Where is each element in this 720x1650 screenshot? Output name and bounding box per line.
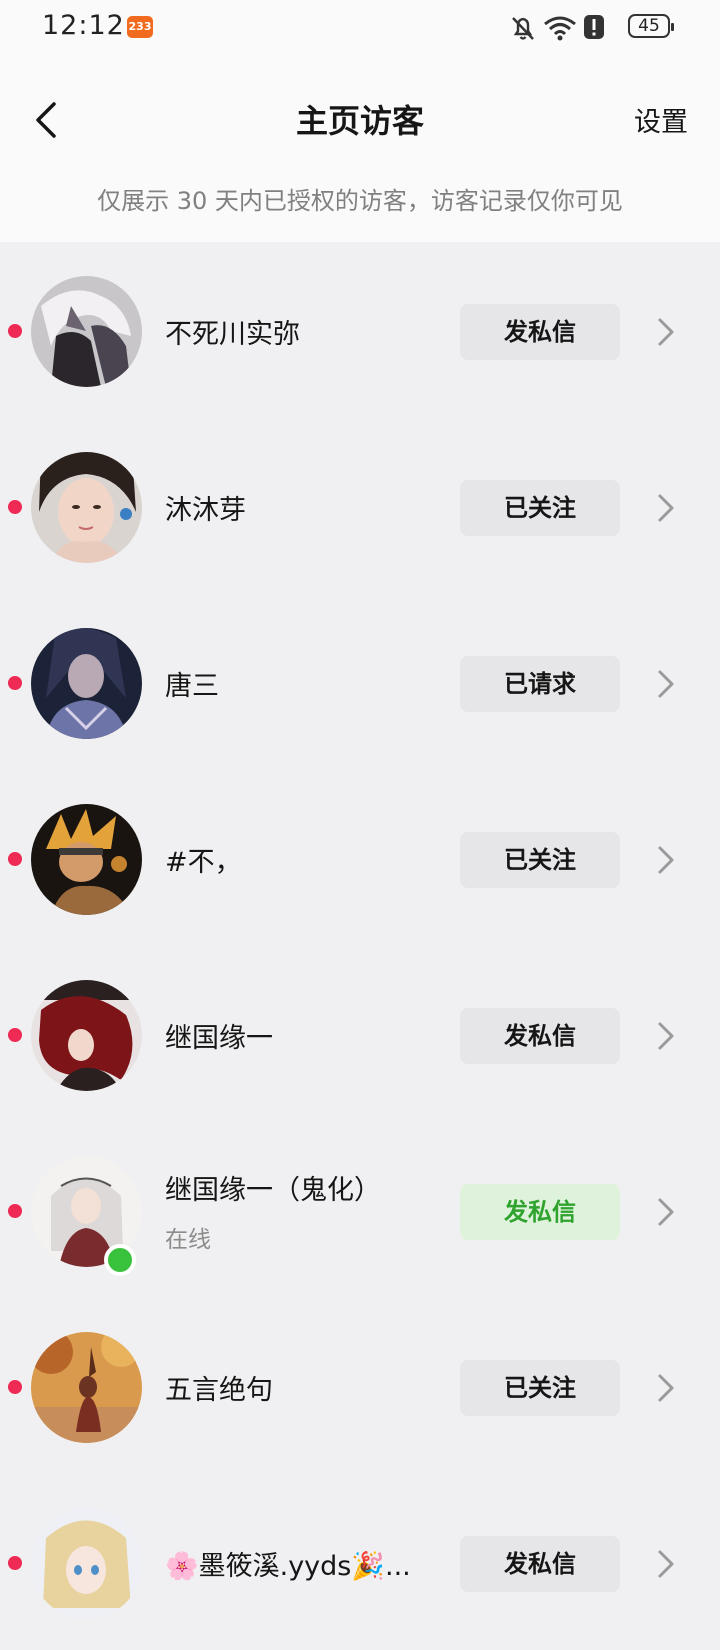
visitor-name: 五言绝句 [165, 1375, 273, 1406]
chevron-right-icon[interactable] [654, 316, 678, 348]
visitor-row[interactable]: 五言绝句 已关注 [0, 1298, 720, 1474]
following-button[interactable]: 已关注 [460, 480, 620, 536]
bell-slash-icon [512, 17, 534, 40]
chevron-right-icon[interactable] [654, 668, 678, 700]
unread-dot [8, 1028, 22, 1042]
send-message-button[interactable]: 发私信 [460, 1536, 620, 1592]
online-status: 在线 [165, 1227, 211, 1253]
visitor-row[interactable]: 不死川实弥 发私信 [0, 242, 720, 418]
alert-icon [584, 15, 604, 39]
unread-dot [8, 852, 22, 866]
send-message-button[interactable]: 发私信 [460, 304, 620, 360]
chevron-right-icon[interactable] [654, 1548, 678, 1580]
chevron-right-icon[interactable] [654, 1020, 678, 1052]
requested-button[interactable]: 已请求 [460, 656, 620, 712]
visitor-row[interactable]: 继国缘一（鬼化） 在线 发私信 [0, 1122, 720, 1298]
visitor-name: 🌸墨筱溪.yyds🎉... [165, 1551, 411, 1582]
unread-dot [8, 324, 22, 338]
avatar[interactable] [31, 980, 142, 1091]
unread-dot [8, 1380, 22, 1394]
visitor-name: 不死川实弥 [165, 319, 300, 350]
avatar[interactable] [31, 1508, 142, 1619]
avatar[interactable] [31, 804, 142, 915]
visitor-name: 继国缘一（鬼化） [165, 1175, 381, 1206]
visitor-name: #不， [165, 847, 242, 878]
visitor-row[interactable]: 继国缘一 发私信 [0, 946, 720, 1122]
online-indicator [104, 1244, 136, 1276]
visitor-list: 不死川实弥 发私信 沐沐芽 已关注 唐三 已请求 #不， 已关注 继国缘一 发私… [0, 242, 720, 1650]
page-title: 主页访客 [295, 102, 424, 140]
wifi-icon [544, 16, 576, 41]
avatar[interactable] [31, 628, 142, 739]
chevron-right-icon[interactable] [654, 1196, 678, 1228]
visitor-name: 唐三 [165, 671, 219, 702]
visitor-row[interactable]: 沐沐芽 已关注 [0, 418, 720, 594]
following-button[interactable]: 已关注 [460, 1360, 620, 1416]
header: 主页访客 设置 仅展示 30 天内已授权的访客，访客记录仅你可见 [0, 54, 720, 242]
unread-dot [8, 500, 22, 514]
unread-dot [8, 676, 22, 690]
visitor-row[interactable]: #不， 已关注 [0, 770, 720, 946]
avatar[interactable] [31, 276, 142, 387]
chevron-right-icon[interactable] [654, 1372, 678, 1404]
chevron-right-icon[interactable] [654, 492, 678, 524]
settings-button[interactable]: 设置 [634, 100, 688, 139]
battery-icon: 45 [628, 14, 674, 38]
chevron-right-icon[interactable] [654, 844, 678, 876]
app-notification-badge: 233 [127, 16, 153, 38]
status-time: 12:12 [42, 10, 125, 41]
visitor-row[interactable]: 唐三 已请求 [0, 594, 720, 770]
status-bar: 12:12 233 45 [0, 0, 720, 54]
unread-dot [8, 1204, 22, 1218]
send-message-button[interactable]: 发私信 [460, 1184, 620, 1240]
visitor-notice: 仅展示 30 天内已授权的访客，访客记录仅你可见 [97, 187, 623, 215]
visitor-name: 沐沐芽 [165, 495, 246, 526]
avatar[interactable] [31, 1332, 142, 1443]
unread-dot [8, 1556, 22, 1570]
visitor-row[interactable]: 🌸墨筱溪.yyds🎉... 发私信 [0, 1474, 720, 1650]
visitor-name: 继国缘一 [165, 1023, 273, 1054]
avatar[interactable] [31, 452, 142, 563]
send-message-button[interactable]: 发私信 [460, 1008, 620, 1064]
following-button[interactable]: 已关注 [460, 832, 620, 888]
